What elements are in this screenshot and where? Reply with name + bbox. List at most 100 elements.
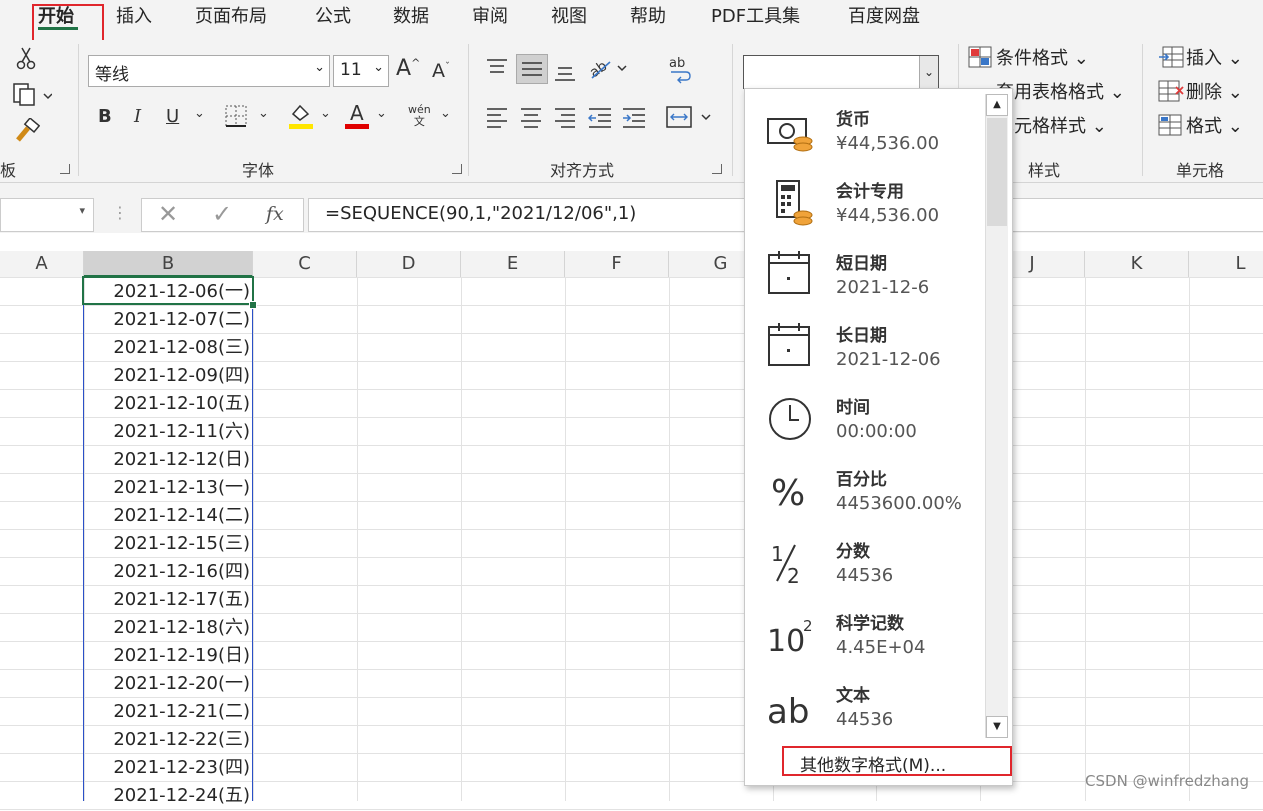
align-top-icon[interactable]	[486, 58, 508, 83]
chevron-down-icon[interactable]: ⌄	[376, 106, 387, 121]
name-box[interactable]: ▾	[0, 198, 94, 232]
dropdown-scrollbar[interactable]: ▲ ▼	[985, 94, 1008, 738]
tab-view[interactable]: 视图	[551, 2, 587, 28]
group-divider	[78, 44, 79, 176]
svg-text:2: 2	[803, 617, 813, 635]
decrease-font-icon[interactable]: Aˇ	[432, 60, 450, 82]
format-option-long-date[interactable]: 长日期 2021-12-06	[745, 305, 985, 377]
font-size-select[interactable]: 11 ⌄	[333, 55, 389, 87]
column-gridline	[565, 277, 566, 801]
font-launcher-icon[interactable]	[452, 164, 462, 174]
selection-range	[83, 277, 253, 801]
table-format-button[interactable]: 套用表格格式 ⌄	[996, 78, 1125, 104]
delete-button[interactable]: 删除 ⌄	[1186, 78, 1243, 104]
column-header-a[interactable]: A	[0, 251, 84, 277]
format-option-time[interactable]: 时间 00:00:00	[745, 377, 985, 449]
fill-handle[interactable]	[249, 301, 257, 309]
format-option-name: 分数	[836, 542, 870, 562]
format-option-currency[interactable]: 货币 ¥44,536.00	[745, 89, 985, 161]
bold-icon[interactable]: B	[98, 106, 112, 127]
column-header-l[interactable]: L	[1189, 251, 1263, 277]
active-cell[interactable]	[82, 276, 254, 305]
alignment-group-label: 对齐方式	[550, 161, 615, 180]
svg-text:2: 2	[787, 564, 800, 587]
border-icon[interactable]	[224, 104, 248, 133]
format-option-scientific[interactable]: 10 2 科学记数 4.45E+04	[745, 593, 985, 665]
chevron-down-icon[interactable]: ⌄	[320, 106, 331, 121]
column-header-k[interactable]: K	[1085, 251, 1189, 277]
phonetic-guide-icon[interactable]: wén 文	[408, 104, 431, 128]
format-option-percentage[interactable]: % 百分比 4453600.00%	[745, 449, 985, 521]
cut-icon[interactable]	[16, 46, 36, 75]
more-number-formats-button[interactable]: 其他数字格式(M)...	[782, 746, 1012, 776]
drag-handle-icon[interactable]: ⋮	[112, 203, 128, 222]
insert-cells-icon[interactable]	[1158, 46, 1184, 73]
format-button[interactable]: 格式 ⌄	[1186, 112, 1243, 138]
tab-pdf-tools[interactable]: PDF工具集	[711, 2, 800, 28]
column-header-d[interactable]: D	[357, 251, 461, 277]
clipboard-launcher-icon[interactable]	[60, 164, 70, 174]
column-gridline	[357, 277, 358, 801]
underline-icon[interactable]: U	[166, 106, 179, 127]
copy-icon[interactable]	[12, 82, 53, 111]
orientation-icon[interactable]: ab	[587, 56, 628, 85]
format-option-text[interactable]: ab 文本 44536	[745, 665, 985, 737]
fill-color-icon[interactable]	[288, 102, 314, 135]
format-option-fraction[interactable]: 12 分数 44536	[745, 521, 985, 593]
wrap-text-icon[interactable]: ab	[668, 56, 692, 89]
column-header-c[interactable]: C	[253, 251, 357, 277]
tab-data[interactable]: 数据	[393, 2, 429, 28]
tab-insert[interactable]: 插入	[116, 2, 152, 28]
chevron-down-icon[interactable]: ⌄	[194, 106, 205, 121]
format-painter-icon[interactable]	[14, 117, 41, 149]
column-header-b[interactable]: B	[84, 251, 253, 277]
tab-review[interactable]: 审阅	[472, 2, 508, 28]
align-bottom-icon[interactable]	[554, 62, 576, 87]
format-option-name: 百分比	[836, 470, 887, 490]
alignment-launcher-icon[interactable]	[712, 164, 722, 174]
increase-indent-icon[interactable]	[622, 106, 646, 133]
column-header-e[interactable]: E	[461, 251, 565, 277]
styles-group-label: 样式	[1028, 161, 1061, 180]
group-divider	[732, 44, 733, 176]
italic-icon[interactable]: I	[134, 106, 141, 127]
merge-center-icon[interactable]	[666, 104, 716, 135]
delete-cells-icon[interactable]	[1158, 80, 1184, 107]
insert-function-button[interactable]: fx	[266, 203, 284, 225]
format-cells-icon[interactable]	[1158, 114, 1184, 141]
number-format-select[interactable]: ⌄	[743, 55, 939, 89]
delete-label: 删除	[1186, 82, 1222, 103]
row-gridline	[0, 809, 1263, 810]
align-middle-icon[interactable]	[516, 54, 548, 84]
insert-button[interactable]: 插入 ⌄	[1186, 44, 1243, 70]
chevron-down-icon[interactable]: ⌄	[258, 106, 269, 121]
align-left-icon[interactable]	[486, 106, 508, 133]
tab-page-layout[interactable]: 页面布局	[195, 2, 267, 28]
format-option-accounting[interactable]: 会计专用 ¥44,536.00	[745, 161, 985, 233]
tab-formulas[interactable]: 公式	[315, 2, 351, 28]
increase-font-icon[interactable]: A^	[396, 56, 420, 81]
chevron-down-icon[interactable]: ▾	[79, 204, 85, 217]
font-color-icon[interactable]: A	[344, 100, 370, 135]
formula-controls: ✕ ✓ fx	[141, 198, 304, 232]
percent-icon: %	[765, 465, 815, 515]
tab-baidu-netdisk[interactable]: 百度网盘	[848, 2, 920, 28]
chevron-down-icon[interactable]: ⌄	[440, 106, 451, 121]
align-center-icon[interactable]	[520, 106, 542, 133]
chevron-down-icon[interactable]: ⌄	[919, 56, 938, 88]
scrollbar-thumb[interactable]	[987, 118, 1007, 226]
format-option-sample: 2021-12-6	[836, 277, 930, 298]
cancel-icon[interactable]: ✕	[158, 200, 178, 228]
enter-icon[interactable]: ✓	[212, 200, 232, 228]
conditional-format-icon[interactable]	[968, 46, 992, 73]
scroll-down-icon[interactable]: ▼	[986, 716, 1008, 738]
decrease-indent-icon[interactable]	[587, 106, 612, 133]
tab-help[interactable]: 帮助	[630, 2, 666, 28]
format-option-short-date[interactable]: 短日期 2021-12-6	[745, 233, 985, 305]
conditional-format-button[interactable]: 条件格式 ⌄	[996, 44, 1089, 70]
column-header-f[interactable]: F	[565, 251, 669, 277]
align-right-icon[interactable]	[554, 106, 576, 133]
svg-text:1: 1	[771, 542, 784, 566]
font-name-select[interactable]: 等线 ⌄	[88, 55, 330, 87]
scroll-up-icon[interactable]: ▲	[986, 94, 1008, 116]
